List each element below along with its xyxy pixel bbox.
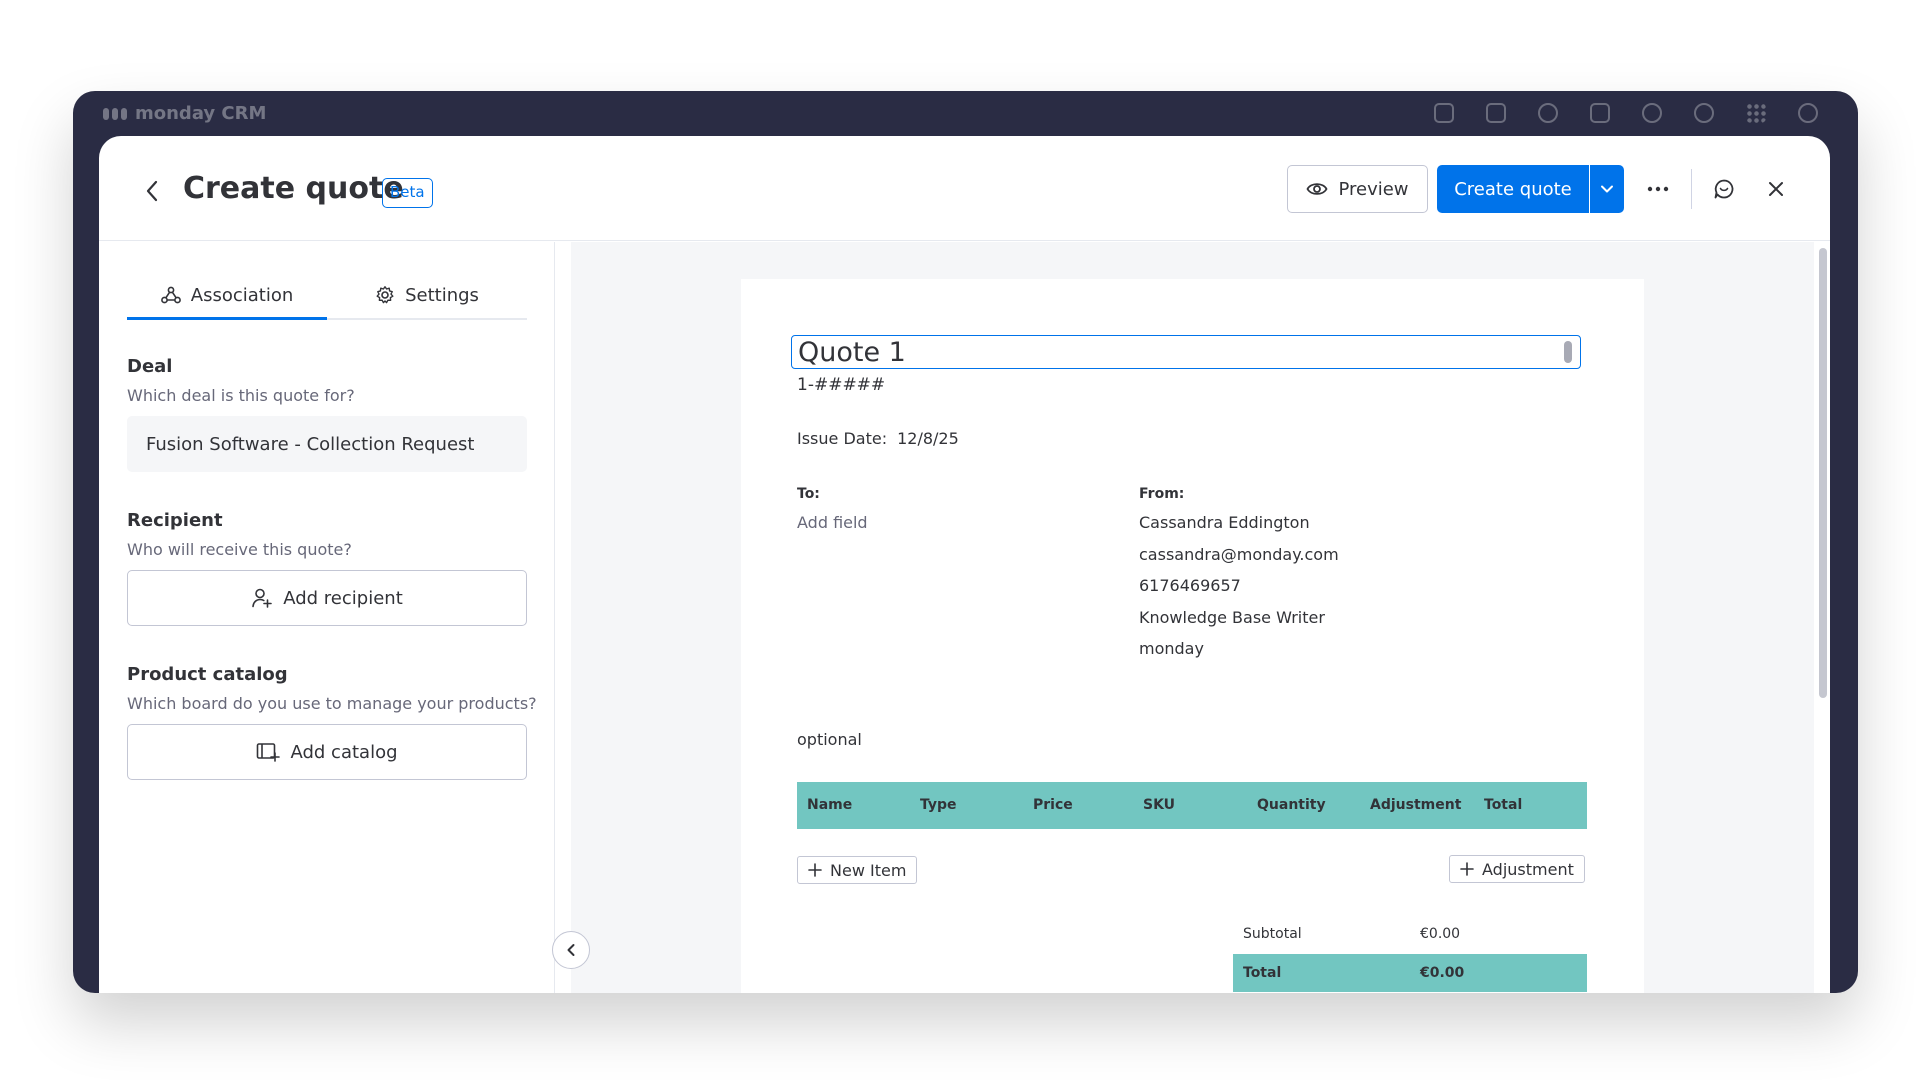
inbox-icon <box>1486 103 1506 123</box>
column-header: Total <box>1484 797 1523 813</box>
to-label: To: <box>797 486 820 502</box>
quote-title: Quote 1 <box>798 336 906 368</box>
adjustment-button[interactable]: Adjustment <box>1449 855 1585 883</box>
feedback-button[interactable] <box>1708 173 1740 205</box>
add-recipient-label: Add recipient <box>283 587 403 609</box>
plus-icon <box>808 863 822 877</box>
from-phone: 6176469657 <box>1139 576 1241 595</box>
quote-document: Quote 1 1-##### Issue Date: 12/8/25 To: A… <box>741 279 1644 993</box>
column-header: Adjustment <box>1370 797 1462 813</box>
deal-label: Deal <box>127 356 173 377</box>
deal-sublabel: Which deal is this quote for? <box>127 386 355 405</box>
panel-tabs: Association Settings <box>127 272 527 320</box>
recipient-label: Recipient <box>127 510 223 531</box>
issue-date-value[interactable]: 12/8/25 <box>897 429 959 448</box>
page-title: Create quote <box>183 171 404 206</box>
notifications-icon <box>1434 103 1454 123</box>
add-person-icon <box>252 588 273 608</box>
background-toolbar <box>1434 103 1818 123</box>
title-scroll-thumb <box>1564 341 1572 363</box>
new-item-label: New Item <box>830 860 907 880</box>
back-button[interactable] <box>137 176 167 206</box>
column-header: Type <box>920 797 957 813</box>
total-row: Total €0.00 <box>1233 954 1587 992</box>
line-items-header: Name Type Price SKU Quantity Adjustment … <box>797 782 1587 829</box>
chevron-down-icon <box>1601 185 1613 193</box>
total-label: Total <box>1243 965 1282 981</box>
column-header: SKU <box>1143 797 1176 813</box>
plus-icon <box>1460 862 1474 876</box>
help-icon <box>1694 103 1714 123</box>
from-title: Knowledge Base Writer <box>1139 608 1325 627</box>
grid-icon <box>1746 103 1766 123</box>
eye-icon <box>1306 183 1328 195</box>
search-icon <box>1642 103 1662 123</box>
catalog-label: Product catalog <box>127 664 288 685</box>
add-catalog-label: Add catalog <box>290 741 398 763</box>
create-options-dropdown[interactable] <box>1590 165 1624 213</box>
from-label: From: <box>1139 486 1185 502</box>
preview-label: Preview <box>1338 178 1409 200</box>
add-field-link[interactable]: Add field <box>797 513 868 532</box>
from-company: monday <box>1139 639 1204 658</box>
chat-icon <box>1714 179 1734 199</box>
tab-association[interactable]: Association <box>127 272 327 320</box>
deal-value: Fusion Software - Collection Request <box>146 433 475 455</box>
quote-number: 1-##### <box>797 375 886 395</box>
preview-scrollbar-thumb[interactable] <box>1819 248 1827 698</box>
preview-button[interactable]: Preview <box>1287 165 1428 213</box>
gear-icon <box>376 286 394 304</box>
total-value: €0.00 <box>1420 965 1465 981</box>
issue-date-row: Issue Date: 12/8/25 <box>797 429 959 448</box>
more-options-button[interactable] <box>1641 174 1675 204</box>
quote-settings-panel: Association Settings Deal Which deal is … <box>99 242 555 993</box>
close-button[interactable] <box>1760 173 1792 205</box>
recipient-sublabel: Who will receive this quote? <box>127 540 352 559</box>
close-icon <box>1769 182 1783 196</box>
background-topbar: monday CRM <box>73 91 1858 136</box>
subtotal-label: Subtotal <box>1243 926 1302 942</box>
column-header: Price <box>1033 797 1073 813</box>
catalog-sublabel: Which board do you use to manage your pr… <box>127 694 537 713</box>
from-email: cassandra@monday.com <box>1139 545 1339 564</box>
new-item-button[interactable]: New Item <box>797 856 918 884</box>
header-divider <box>1691 169 1692 209</box>
collapse-panel-button[interactable] <box>552 931 590 969</box>
chevron-left-icon <box>146 180 158 202</box>
subtotal-row: Subtotal €0.00 <box>1233 915 1587 953</box>
tab-settings-label: Settings <box>405 284 479 306</box>
create-quote-label: Create quote <box>1454 178 1572 200</box>
issue-date-label: Issue Date: <box>797 429 888 448</box>
quote-title-input[interactable]: Quote 1 <box>791 335 1581 369</box>
monday-logo-icon <box>103 107 127 120</box>
app-brand: monday CRM <box>135 103 267 124</box>
column-header: Name <box>807 797 853 813</box>
avatar-icon <box>1798 103 1818 123</box>
modal-header: Create quote Beta Preview Create quote <box>99 136 1830 241</box>
deal-selector[interactable]: Fusion Software - Collection Request <box>127 416 527 472</box>
create-quote-button[interactable]: Create quote <box>1437 165 1589 213</box>
column-header: Quantity <box>1257 797 1326 813</box>
invite-icon <box>1538 103 1558 123</box>
subtotal-value: €0.00 <box>1420 926 1461 942</box>
apps-icon <box>1590 103 1610 123</box>
adjustment-label: Adjustment <box>1482 859 1574 879</box>
app-window: monday CRM Create quote Beta Preview Cre… <box>73 91 1858 993</box>
more-icon <box>1647 186 1669 192</box>
add-recipient-button[interactable]: Add recipient <box>127 570 527 626</box>
create-quote-modal: Create quote Beta Preview Create quote A… <box>99 136 1830 993</box>
from-name: Cassandra Eddington <box>1139 513 1310 532</box>
association-icon <box>160 286 181 304</box>
add-board-icon <box>257 743 281 762</box>
chevron-left-icon <box>567 944 575 956</box>
tab-association-label: Association <box>190 284 294 306</box>
add-catalog-button[interactable]: Add catalog <box>127 724 527 780</box>
app-logo: monday CRM <box>103 103 266 124</box>
beta-badge: Beta <box>382 178 433 208</box>
tab-settings[interactable]: Settings <box>327 272 527 318</box>
optional-text[interactable]: optional <box>797 730 862 749</box>
